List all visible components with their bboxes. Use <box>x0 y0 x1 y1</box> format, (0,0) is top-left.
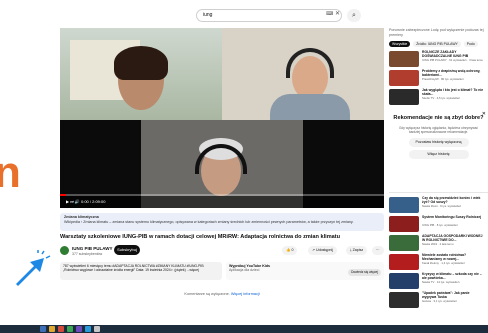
video-list-top: ROLNICZE ZAKŁADY DOŚWIADCZALNE IUNG PIB I… <box>389 50 488 106</box>
turn-on-history-button[interactable]: Włącz historię <box>408 149 469 159</box>
promo-button[interactable]: Dowiedz się więcej <box>348 269 381 276</box>
search-input[interactable]: iung <box>196 9 342 22</box>
recommended-video[interactable]: ADAPTACJA GOSPODARKI WODNEJ W ROLNICTWIE… <box>389 234 488 252</box>
youtube-kids-promo: Wypróbuj YouTube Kids Aplikacja dla dzie… <box>226 262 384 280</box>
info-panel-source: Zmiana klimatyczna <box>64 215 99 219</box>
recommended-video[interactable]: Jak wygląda i kto jest o klimat? To nie … <box>389 88 488 106</box>
more-button[interactable]: ⋯ <box>372 246 384 255</box>
subscriber-count: 377 subskrybentów <box>72 252 103 256</box>
taskbar-app-icon[interactable] <box>40 326 46 332</box>
info-panel-text: Wikipedia › Zmiana klimatu – zmiana stan… <box>64 220 354 224</box>
video-title[interactable]: System Monitoringu Suszy Rolniczej <box>422 215 484 220</box>
headset <box>286 48 334 78</box>
comments-more-link[interactable]: Więcej informacji <box>231 292 260 296</box>
video-meta: Nauka 2019 · 2 lata temu <box>422 242 454 246</box>
video-thumbnail[interactable] <box>389 292 419 308</box>
channel-name[interactable]: IUNG PIB PULAWY <box>72 246 113 251</box>
keep-history-off-button[interactable]: Pozostaw historię wyłączoną <box>408 137 469 147</box>
recommended-video[interactable]: ROLNICZE ZAKŁADY DOŚWIADCZALNE IUNG PIB I… <box>389 50 488 68</box>
comments-off-text: Komentarze są wyłączone. <box>184 292 230 296</box>
video-thumbnail[interactable] <box>389 273 419 289</box>
orange-letter-fragment: n <box>0 148 21 197</box>
chip-all[interactable]: Wszystkie <box>389 41 411 47</box>
video-meta: Kanał Zielony · 1,4 tys. wyświetleń <box>422 261 465 265</box>
like-button[interactable]: 👍 0 <box>282 246 298 255</box>
youtube-watch-page: iung ⌨ ✕ ⌕ n ▶ ⏭ 🔊 0:00 / 2:09:00 Zmiana… <box>0 0 488 333</box>
taskbar <box>0 325 488 333</box>
video-meta: Nauka Ziemi · 9 tys. wyświetleń <box>422 204 462 208</box>
recommended-video[interactable]: Niewiele zostało rolnictwa? Mechanizmy w… <box>389 253 488 271</box>
taskbar-app-icon[interactable] <box>58 326 64 332</box>
video-thumbnail[interactable] <box>389 70 419 86</box>
video-title: Warsztaty szkoleniowe IUNG-PIB w ramach … <box>60 234 341 240</box>
chip-more[interactable]: Podo <box>463 41 478 47</box>
video-list-bottom: Czy da się przewidzieć koniec i wiek żyć… <box>389 196 488 309</box>
search-icon[interactable]: ⌕ <box>347 9 361 22</box>
recommended-video[interactable]: Czy da się przewidzieć koniec i wiek żyć… <box>389 196 488 214</box>
info-panel[interactable]: Zmiana klimatyczna Wikipedia › Zmiana kl… <box>60 213 384 231</box>
recommended-video[interactable]: System Monitoringu Suszy Rolniczej IUNG P… <box>389 215 488 233</box>
recommendations-card: ✕ Rekomendacje nie są zbyt dobre? Gdy wy… <box>389 109 488 193</box>
taskbar-app-icon[interactable] <box>76 326 82 332</box>
video-meta: PrawdziwyiW · 80 tys. wyświetleń <box>422 77 464 81</box>
cursor-arrow-icon <box>16 250 51 286</box>
video-thumbnail[interactable] <box>389 51 419 67</box>
video-meta: IUNG PIB · 8 tys. wyświetleń <box>422 223 458 227</box>
recommended-video[interactable]: "Upadek państwa": Jak panie wygrywa Tusk… <box>389 291 488 309</box>
video-thumbnail[interactable] <box>389 89 419 105</box>
filter-chips: Wszystkie Źródło: IUNG PIB PULAWY Podo <box>389 41 488 47</box>
video-thumbnail[interactable] <box>389 197 419 213</box>
avatar[interactable] <box>60 246 69 255</box>
rec-card-body: Gdy wyłączysz historię oglądania, będzie… <box>398 125 478 134</box>
video-meta: IUNG PIB PULAWY · 61 wyświetleń · 3 lata… <box>422 58 483 62</box>
rec-card-title: Rekomendacje nie są zbyt dobre? <box>393 115 484 121</box>
subscribe-button[interactable]: Subskrybuj <box>114 245 140 255</box>
share-button[interactable]: ↗ Udostępnij <box>308 246 337 255</box>
participant-shirt <box>270 94 350 120</box>
taskbar-app-icon[interactable] <box>67 326 73 332</box>
clear-search-icon[interactable]: ✕ <box>335 10 340 17</box>
participant-hair <box>114 46 168 80</box>
close-icon[interactable]: ✕ <box>482 111 486 117</box>
comments-off-notice: Komentarze są wyłączone. Więcej informac… <box>60 292 384 296</box>
video-meta: Studio TV · 4,5 tys. wyświetleń <box>422 96 461 100</box>
keyboard-icon[interactable]: ⌨ <box>326 11 333 17</box>
taskbar-app-icon[interactable] <box>85 326 91 332</box>
description-box[interactable]: 787 wyświetleń 6 miesięcy temu #ADAPTACJ… <box>60 262 222 280</box>
top-bar: iung ⌨ ✕ ⌕ <box>0 0 488 26</box>
taskbar-app-icon[interactable] <box>94 326 100 332</box>
recommended-video[interactable]: Kryzysy w klimatu – szkoda czy nie – ale… <box>389 272 488 290</box>
chip-source[interactable]: Źródło: IUNG PIB PULAWY <box>413 41 461 47</box>
video-meta: Gazeta · 3,1 tys. wyświetleń <box>422 299 457 303</box>
save-button[interactable]: ⤓ Zapisz <box>346 246 368 255</box>
video-player[interactable]: ▶ ⏭ 🔊 0:00 / 2:09:00 <box>60 28 384 208</box>
channel-row: IUNG PIB PULAWY 377 subskrybentów Subskr… <box>60 244 384 258</box>
sidebar-header: Ponownie zabezpieczone Lodę pod wyłączen… <box>389 28 484 37</box>
recommended-video[interactable]: Problemy z drapieżną wolą ochrony, bakte… <box>389 69 488 87</box>
participant-tile-1 <box>60 28 222 120</box>
taskbar-app-icon[interactable] <box>49 326 55 332</box>
player-controls[interactable]: ▶ ⏭ 🔊 0:00 / 2:09:00 <box>60 196 384 208</box>
video-thumbnail[interactable] <box>389 216 419 232</box>
video-thumbnail[interactable] <box>389 254 419 270</box>
video-meta: Nauka TV · 14 tys. wyświetleń <box>422 280 460 284</box>
video-thumbnail[interactable] <box>389 235 419 251</box>
recommendations-sidebar: Ponownie zabezpieczone Lodę pod wyłączen… <box>389 28 488 333</box>
participant-tile-2 <box>222 28 384 120</box>
